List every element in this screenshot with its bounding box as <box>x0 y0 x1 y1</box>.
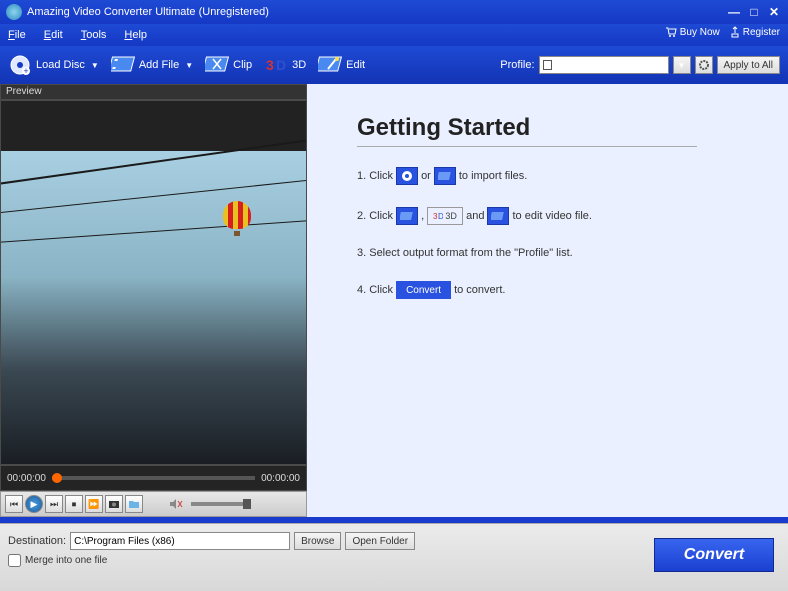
svg-text:3: 3 <box>266 57 274 73</box>
content-panel: Getting Started 1. Click or to import fi… <box>307 84 788 517</box>
player-controls: ⏮ ▶ ⏭ ⏹ ⏩ <box>0 491 307 517</box>
stop-button[interactable]: ⏹ <box>65 495 83 513</box>
menu-edit[interactable]: Edit <box>44 29 63 41</box>
main-area: Preview 00:00:00 00:00:00 ⏮ ▶ ⏭ ⏹ ⏩ <box>0 84 788 517</box>
destination-input[interactable] <box>70 532 290 550</box>
svg-text:D: D <box>438 212 443 221</box>
menu-file[interactable]: File <box>8 29 26 41</box>
step-3: 3. Select output format from the "Profil… <box>357 247 697 259</box>
maximize-button[interactable]: □ <box>746 5 762 19</box>
film-mini-icon <box>434 167 456 185</box>
camera-icon <box>108 499 120 509</box>
toolbar: + Load Disc▼ Add File▼ Clip 3D 3D Edit P… <box>0 46 788 84</box>
chevron-down-icon: ▼ <box>185 61 193 70</box>
app-icon <box>6 4 22 20</box>
step-2: 2. Click , 3D3D and to edit video file. <box>357 207 697 225</box>
bottom-bar: Destination: Browse Open Folder Merge in… <box>0 523 788 591</box>
play-button[interactable]: ▶ <box>25 495 43 513</box>
svg-text:D: D <box>276 57 286 73</box>
edit-button[interactable]: Edit <box>318 53 365 77</box>
profile-label: Profile: <box>500 59 534 71</box>
3d-mini-icon: 3D3D <box>427 207 463 225</box>
gear-icon <box>698 59 710 71</box>
step-1: 1. Click or to import files. <box>357 167 697 185</box>
convert-mini-button: Convert <box>396 281 451 299</box>
buy-now-link[interactable]: Buy Now <box>665 26 720 38</box>
seek-track[interactable] <box>52 476 255 480</box>
folder-button[interactable] <box>125 495 143 513</box>
window-title: Amazing Video Converter Ultimate (Unregi… <box>27 6 726 18</box>
step-4: 4. Click Convert to convert. <box>357 281 697 299</box>
next-button[interactable]: ⏭ <box>45 495 63 513</box>
folder-icon <box>128 499 140 509</box>
add-file-button[interactable]: Add File▼ <box>111 53 193 77</box>
edit-mini-icon <box>487 207 509 225</box>
svg-text:+: + <box>23 66 28 76</box>
load-disc-button[interactable]: + Load Disc▼ <box>8 53 99 77</box>
browse-button[interactable]: Browse <box>294 532 341 550</box>
balloon-graphic <box>223 201 251 236</box>
disc-icon: + <box>8 53 32 77</box>
snapshot-button[interactable] <box>105 495 123 513</box>
cart-icon <box>665 26 677 38</box>
time-start: 00:00:00 <box>7 473 46 484</box>
minimize-button[interactable]: — <box>726 5 742 19</box>
destination-label: Destination: <box>8 535 66 547</box>
disc-mini-icon <box>396 167 418 185</box>
clip-mini-icon <box>396 207 418 225</box>
preview-panel: Preview 00:00:00 00:00:00 ⏮ ▶ ⏭ ⏹ ⏩ <box>0 84 307 517</box>
close-button[interactable]: ✕ <box>766 5 782 19</box>
menu-tools[interactable]: Tools <box>81 29 107 41</box>
device-icon <box>543 60 552 70</box>
top-links: Buy Now Register <box>665 26 780 38</box>
profile-dropdown[interactable]: ▼ <box>673 56 691 74</box>
preview-video <box>0 100 307 465</box>
apply-to-all-button[interactable]: Apply to All <box>717 56 780 74</box>
menu-help[interactable]: Help <box>124 29 147 41</box>
convert-button[interactable]: Convert <box>654 538 774 572</box>
time-end: 00:00:00 <box>261 473 300 484</box>
3d-button[interactable]: 3D 3D <box>264 53 306 77</box>
merge-checkbox[interactable] <box>8 554 21 567</box>
speaker-icon <box>169 498 183 510</box>
scissors-icon <box>205 53 229 77</box>
settings-button[interactable] <box>695 56 713 74</box>
step-button[interactable]: ⏩ <box>85 495 103 513</box>
preview-header: Preview <box>0 84 307 100</box>
prev-button[interactable]: ⏮ <box>5 495 23 513</box>
timeline: 00:00:00 00:00:00 <box>0 465 307 491</box>
getting-started-title: Getting Started <box>357 114 697 147</box>
wand-icon <box>318 53 342 77</box>
chevron-down-icon: ▼ <box>91 61 99 70</box>
titlebar: Amazing Video Converter Ultimate (Unregi… <box>0 0 788 24</box>
clip-button[interactable]: Clip <box>205 53 252 77</box>
film-icon <box>111 53 135 77</box>
key-icon <box>730 26 740 38</box>
merge-label: Merge into one file <box>25 555 107 566</box>
profile-select[interactable]: iPad MPEG4 Video(*.mp4) <box>539 56 669 74</box>
volume-slider[interactable] <box>191 502 251 506</box>
3d-icon: 3D <box>264 53 288 77</box>
mute-button[interactable] <box>167 495 185 513</box>
open-folder-button[interactable]: Open Folder <box>345 532 415 550</box>
register-link[interactable]: Register <box>730 26 780 38</box>
